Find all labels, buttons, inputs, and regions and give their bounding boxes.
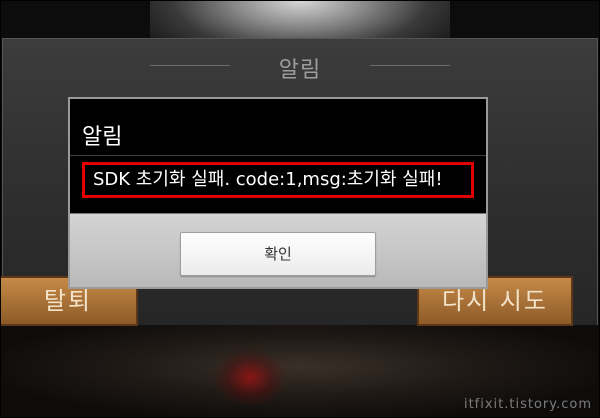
dialog-divider bbox=[70, 155, 486, 156]
alert-dialog: 알림 SDK 초기화 실패. code:1,msg:초기화 실패! 확인 bbox=[68, 97, 488, 289]
scene-red-accent bbox=[215, 350, 285, 405]
ok-button[interactable]: 확인 bbox=[180, 232, 376, 276]
background-panel-title: 알림 bbox=[278, 58, 322, 83]
dialog-title: 알림 bbox=[82, 125, 123, 150]
dialog-button-bar: 확인 bbox=[70, 213, 486, 287]
watermark: itfixit.tistory.com bbox=[463, 397, 592, 412]
dialog-error-message: SDK 초기화 실패. code:1,msg:초기화 실패! bbox=[82, 162, 474, 198]
